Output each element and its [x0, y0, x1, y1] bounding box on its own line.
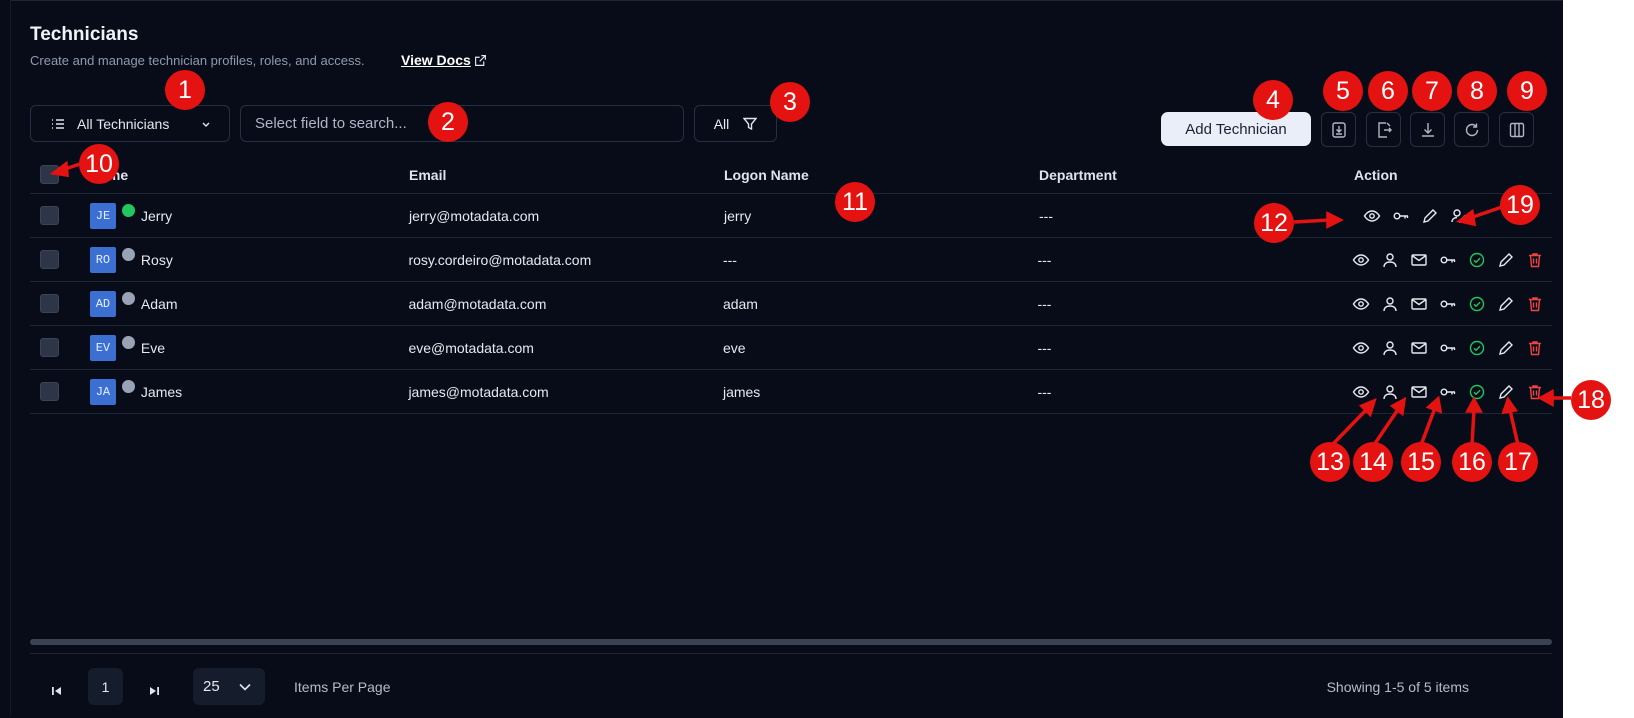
annotation-arrows	[49, 160, 1571, 447]
